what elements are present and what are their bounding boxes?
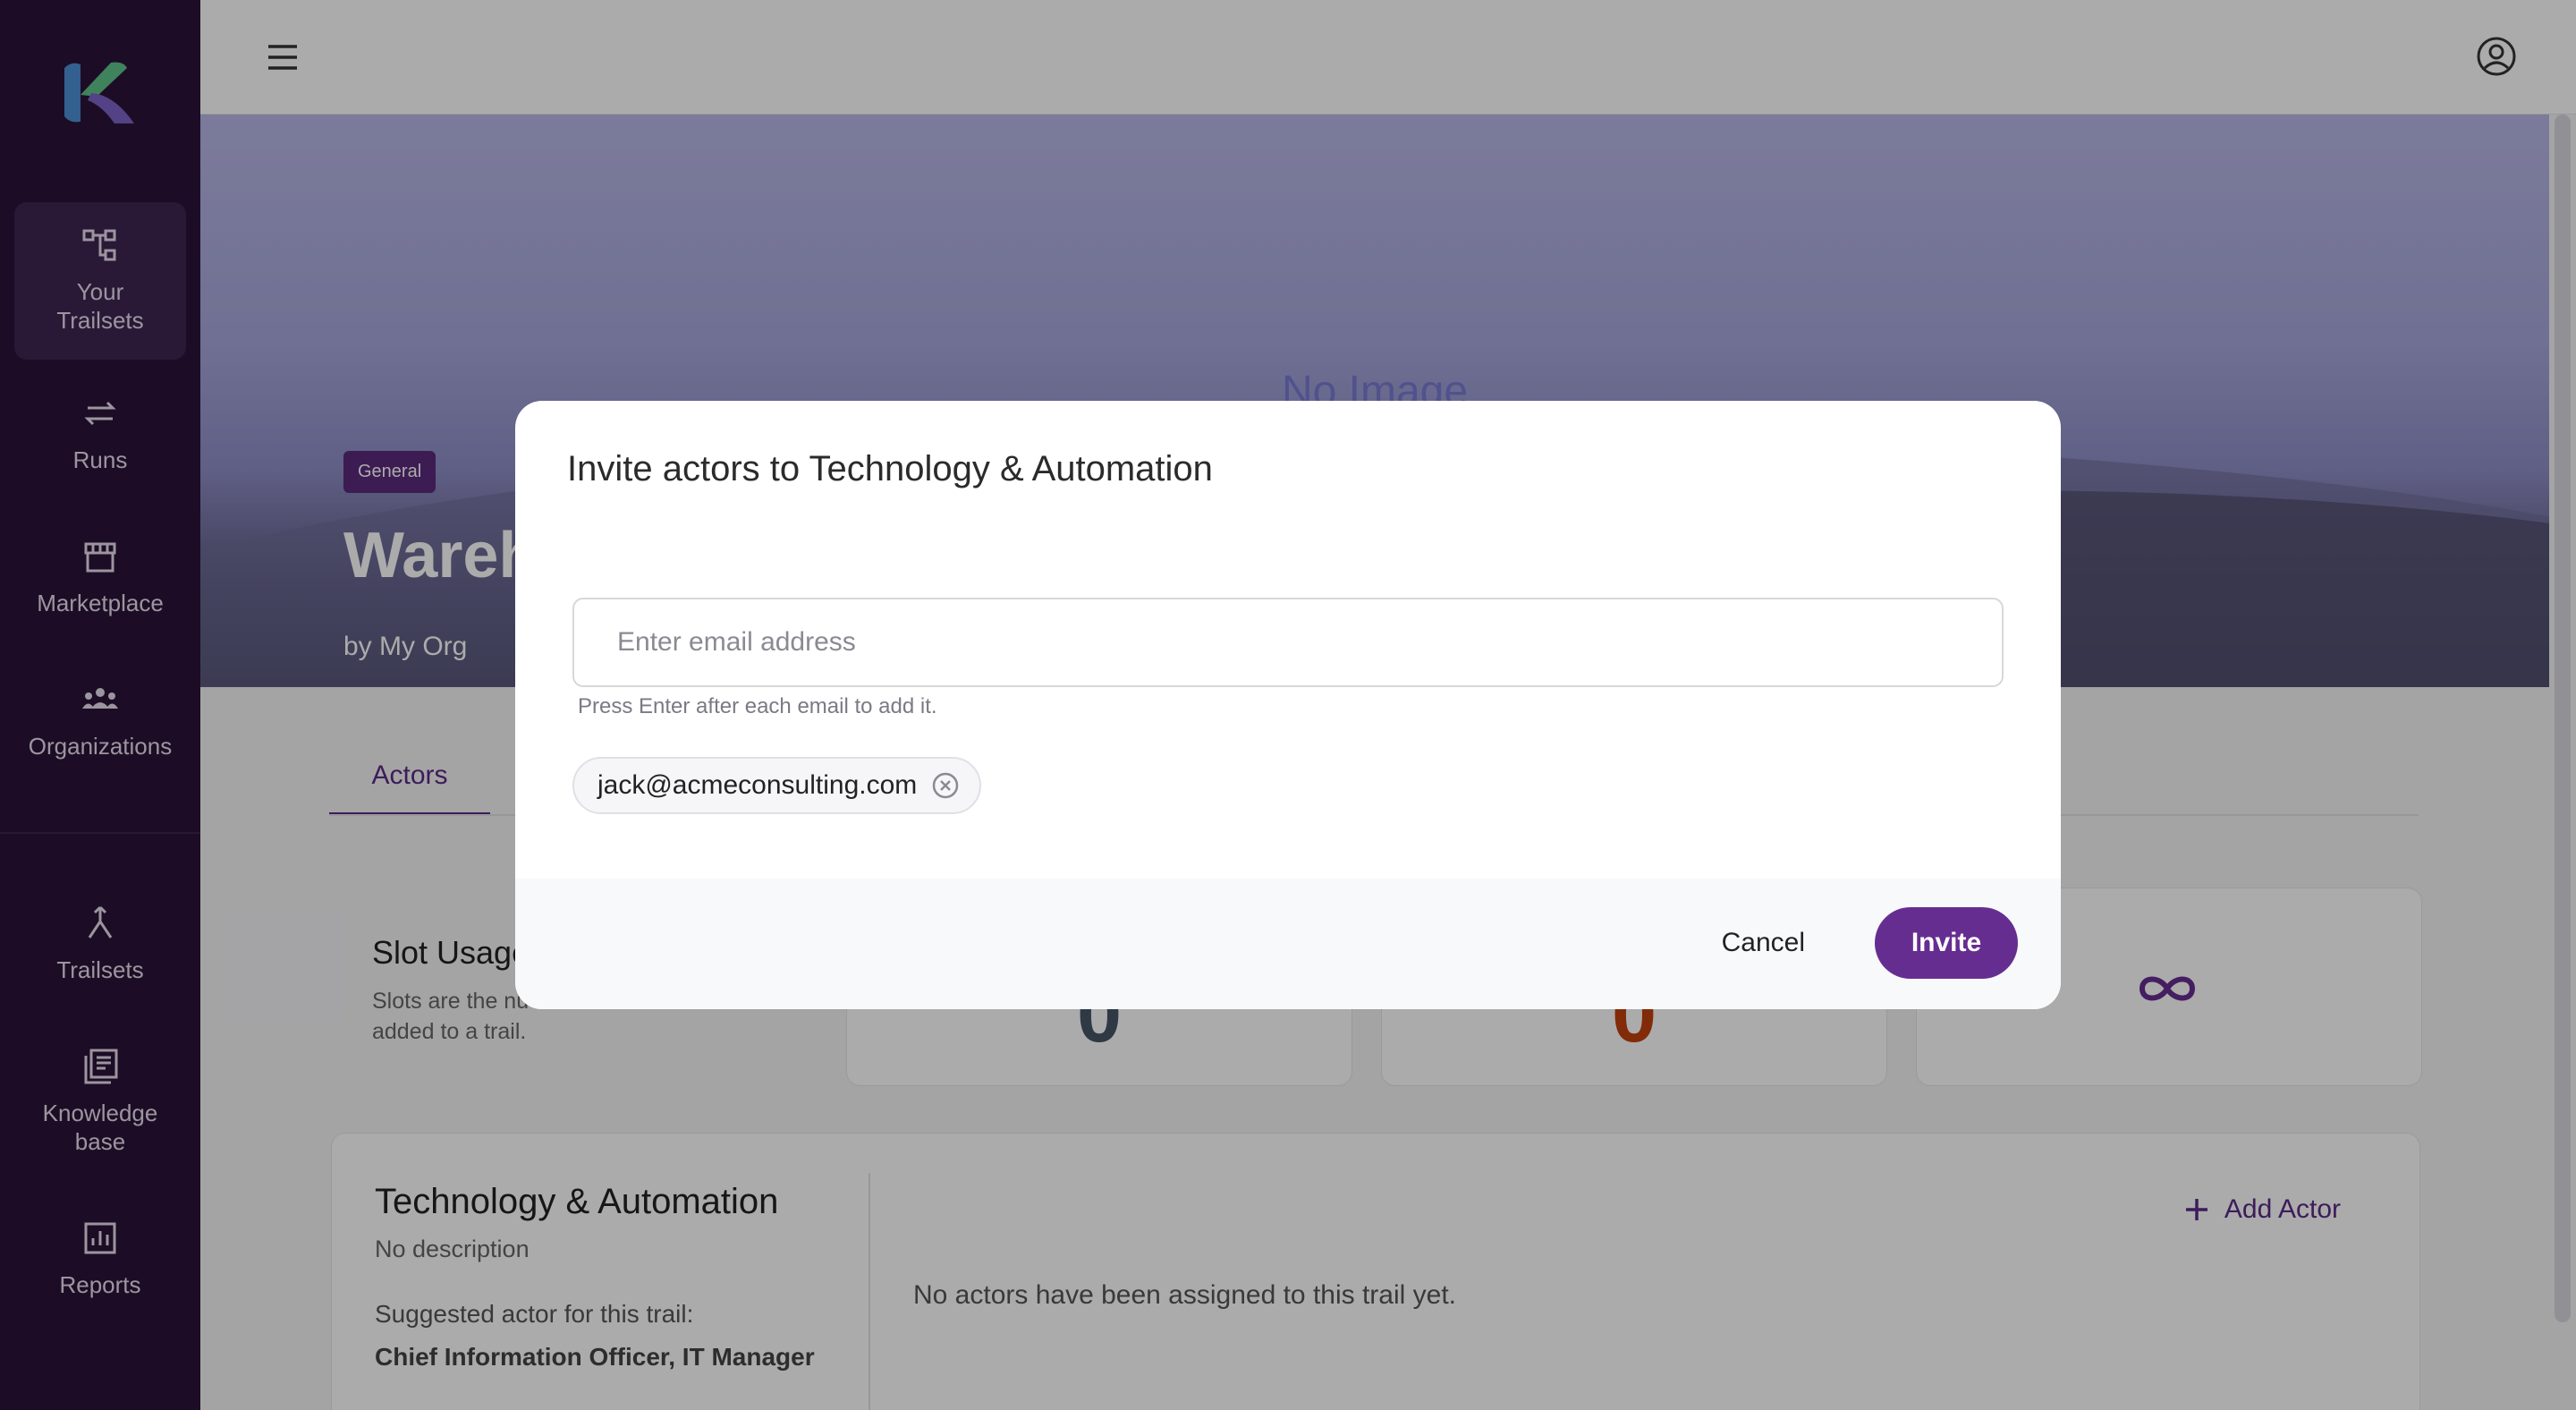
modal-footer: Cancel Invite: [515, 879, 2061, 1009]
close-circle-icon[interactable]: [931, 771, 960, 800]
email-input[interactable]: [572, 598, 2004, 687]
invite-button[interactable]: Invite: [1875, 907, 2018, 979]
email-chip: jack@acmeconsulting.com: [572, 757, 982, 814]
cancel-button[interactable]: Cancel: [1700, 907, 1826, 979]
email-hint: Press Enter after each email to add it.: [578, 694, 937, 718]
modal-title: Invite actors to Technology & Automation: [567, 449, 1213, 488]
email-chip-label: jack@acmeconsulting.com: [597, 770, 918, 800]
invite-modal: Invite actors to Technology & Automation…: [515, 401, 2061, 1009]
